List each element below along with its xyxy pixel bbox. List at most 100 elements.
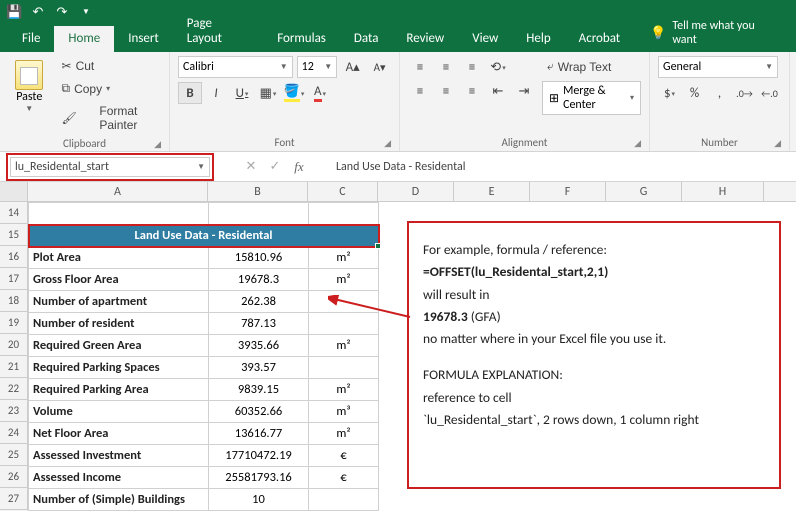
table-label[interactable]: Assessed Income xyxy=(29,467,209,489)
tab-page-layout[interactable]: Page Layout xyxy=(173,11,263,52)
row-header[interactable]: 20 xyxy=(0,334,28,356)
bold-button[interactable]: B xyxy=(178,82,202,104)
table-value[interactable]: 3935.66 xyxy=(209,335,309,357)
table-value[interactable]: 13616.77 xyxy=(209,423,309,445)
align-bottom-icon[interactable]: ≡ xyxy=(460,56,484,78)
table-unit[interactable]: m³ xyxy=(309,401,379,423)
table-label[interactable]: Number of resident xyxy=(29,313,209,335)
align-left-icon[interactable]: ≡ xyxy=(408,80,432,102)
table-value[interactable]: 787.13 xyxy=(209,313,309,335)
table-unit[interactable] xyxy=(309,489,379,511)
selection-handle[interactable] xyxy=(375,243,381,249)
table-unit[interactable]: m² xyxy=(309,423,379,445)
table-label[interactable]: Required Parking Area xyxy=(29,379,209,401)
increase-font-icon[interactable]: A▴ xyxy=(341,56,364,78)
table-unit[interactable]: m² xyxy=(309,269,379,291)
dialog-launcher-icon[interactable]: ◢ xyxy=(634,138,641,149)
cancel-formula-icon[interactable]: ✕ xyxy=(240,157,262,177)
col-header-A[interactable]: A xyxy=(28,182,208,201)
table-label[interactable]: Plot Area xyxy=(29,247,209,269)
underline-button[interactable]: U▾ xyxy=(230,82,254,104)
tab-file[interactable]: File xyxy=(8,26,54,52)
worksheet-grid[interactable]: A B C D E F G H 14 15 16 17 18 19 20 21 … xyxy=(0,182,796,531)
tab-data[interactable]: Data xyxy=(340,26,393,52)
table-unit[interactable]: m² xyxy=(309,379,379,401)
table-value[interactable]: 393.57 xyxy=(209,357,309,379)
name-box[interactable]: lu_Residental_start ▼ xyxy=(10,157,210,177)
table-unit[interactable] xyxy=(309,291,379,313)
row-header[interactable]: 24 xyxy=(0,422,28,444)
table-value[interactable]: 9839.15 xyxy=(209,379,309,401)
wrap-text-button[interactable]: ⤶Wrap Text xyxy=(542,56,641,77)
dialog-launcher-icon[interactable]: ◢ xyxy=(774,138,781,149)
font-color-button[interactable]: A▾ xyxy=(308,82,332,104)
table-title-cell[interactable]: Land Use Data - Residental xyxy=(29,225,379,247)
col-header-C[interactable]: C xyxy=(308,182,378,201)
row-header[interactable]: 16 xyxy=(0,246,28,268)
table-label[interactable]: Volume xyxy=(29,401,209,423)
font-name-select[interactable]: Calibri▼ xyxy=(178,56,293,78)
cut-button[interactable]: ✂Cut xyxy=(57,56,162,76)
align-right-icon[interactable]: ≡ xyxy=(460,80,484,102)
row-header[interactable]: 25 xyxy=(0,444,28,466)
table-unit[interactable]: m² xyxy=(309,335,379,357)
table-unit[interactable]: € xyxy=(309,445,379,467)
row-header[interactable]: 27 xyxy=(0,488,28,510)
col-header-E[interactable]: E xyxy=(454,182,530,201)
row-header[interactable]: 21 xyxy=(0,356,28,378)
table-value[interactable]: 262.38 xyxy=(209,291,309,313)
table-label[interactable]: Net Floor Area xyxy=(29,423,209,445)
row-header[interactable]: 18 xyxy=(0,290,28,312)
col-header-F[interactable]: F xyxy=(530,182,606,201)
tab-review[interactable]: Review xyxy=(392,26,458,52)
currency-icon[interactable]: $▾ xyxy=(658,82,681,104)
increase-decimal-icon[interactable]: .0→ xyxy=(733,82,756,104)
insert-function-icon[interactable]: fx xyxy=(288,157,310,177)
row-header[interactable]: 14 xyxy=(0,202,28,224)
decrease-decimal-icon[interactable]: ←.0 xyxy=(758,82,781,104)
percent-icon[interactable]: % xyxy=(683,82,706,104)
table-value[interactable]: 10 xyxy=(209,489,309,511)
orientation-icon[interactable]: ⟲▾ xyxy=(486,56,510,78)
table-unit[interactable] xyxy=(309,357,379,379)
format-painter-button[interactable]: 🖌Format Painter xyxy=(57,101,162,135)
tab-help[interactable]: Help xyxy=(512,26,564,52)
tab-insert[interactable]: Insert xyxy=(114,26,173,52)
table-label[interactable]: Gross Floor Area xyxy=(29,269,209,291)
table-label[interactable]: Number of (Simple) Buildings xyxy=(29,489,209,511)
borders-button[interactable]: ▦▾ xyxy=(256,82,280,104)
dialog-launcher-icon[interactable]: ◢ xyxy=(154,139,161,150)
undo-icon[interactable]: ↶ xyxy=(30,5,46,20)
redo-icon[interactable]: ↷ xyxy=(54,5,70,20)
row-header[interactable]: 23 xyxy=(0,400,28,422)
table-value[interactable]: 60352.66 xyxy=(209,401,309,423)
align-center-icon[interactable]: ≡ xyxy=(434,80,458,102)
row-header[interactable]: 26 xyxy=(0,466,28,488)
copy-button[interactable]: ⧉Copy▾ xyxy=(57,78,162,99)
data-table[interactable]: Land Use Data - Residental Plot Area1581… xyxy=(28,202,379,511)
col-header-H[interactable]: H xyxy=(682,182,764,201)
row-header[interactable]: 19 xyxy=(0,312,28,334)
increase-indent-icon[interactable]: ⇥ xyxy=(512,80,536,102)
table-unit[interactable] xyxy=(309,313,379,335)
table-value[interactable]: 25581793.16 xyxy=(209,467,309,489)
col-header-B[interactable]: B xyxy=(208,182,308,201)
font-size-select[interactable]: 12▼ xyxy=(297,56,337,78)
decrease-indent-icon[interactable]: ⇤ xyxy=(486,80,510,102)
comma-icon[interactable]: , xyxy=(708,82,731,104)
table-unit[interactable]: m² xyxy=(309,247,379,269)
col-header-D[interactable]: D xyxy=(378,182,454,201)
merge-center-button[interactable]: ⊞Merge & Center▾ xyxy=(542,81,641,115)
col-header-G[interactable]: G xyxy=(606,182,682,201)
table-value[interactable]: 17710472.19 xyxy=(209,445,309,467)
dialog-launcher-icon[interactable]: ◢ xyxy=(384,138,391,149)
table-value[interactable]: 19678.3 xyxy=(209,269,309,291)
save-icon[interactable]: 💾 xyxy=(6,5,22,20)
table-label[interactable]: Assessed Investment xyxy=(29,445,209,467)
align-middle-icon[interactable]: ≡ xyxy=(434,56,458,78)
table-label[interactable]: Number of apartment xyxy=(29,291,209,313)
tab-formulas[interactable]: Formulas xyxy=(263,26,340,52)
decrease-font-icon[interactable]: A▾ xyxy=(368,56,391,78)
chevron-down-icon[interactable]: ▼ xyxy=(197,162,205,172)
table-label[interactable]: Required Parking Spaces xyxy=(29,357,209,379)
